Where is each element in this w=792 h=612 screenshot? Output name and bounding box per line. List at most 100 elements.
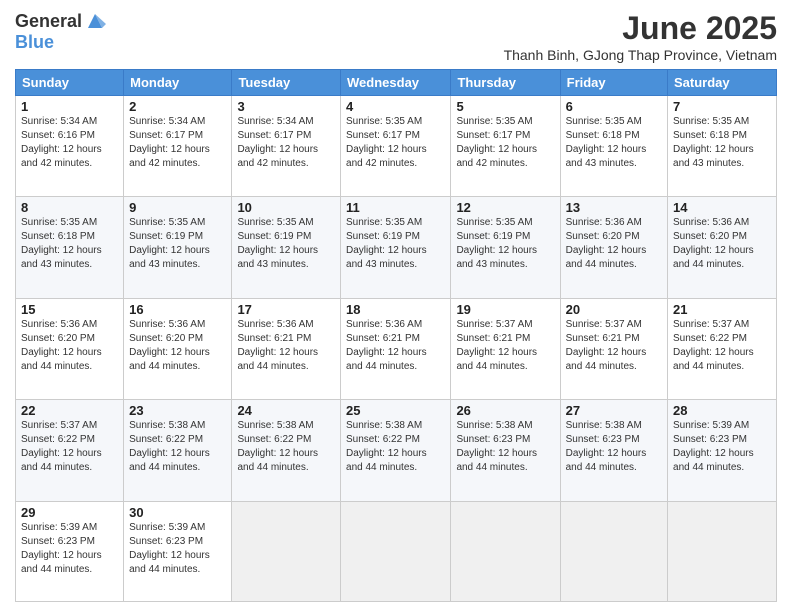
header-row: Sunday Monday Tuesday Wednesday Thursday… [16, 70, 777, 96]
day-number: 15 [21, 302, 118, 317]
day-number: 25 [346, 403, 445, 418]
table-row: 14 Sunrise: 5:36 AMSunset: 6:20 PMDaylig… [668, 197, 777, 298]
col-saturday: Saturday [668, 70, 777, 96]
day-number: 28 [673, 403, 771, 418]
day-number: 7 [673, 99, 771, 114]
day-number: 8 [21, 200, 118, 215]
day-number: 23 [129, 403, 226, 418]
day-number: 14 [673, 200, 771, 215]
table-row [341, 501, 451, 601]
day-number: 24 [237, 403, 335, 418]
day-info: Sunrise: 5:36 AMSunset: 6:20 PMDaylight:… [129, 318, 226, 374]
day-info: Sunrise: 5:38 AMSunset: 6:23 PMDaylight:… [566, 419, 662, 475]
day-info: Sunrise: 5:36 AMSunset: 6:20 PMDaylight:… [673, 216, 771, 272]
table-row: 23 Sunrise: 5:38 AMSunset: 6:22 PMDaylig… [124, 400, 232, 501]
table-row: 26 Sunrise: 5:38 AMSunset: 6:23 PMDaylig… [451, 400, 560, 501]
day-number: 13 [566, 200, 662, 215]
day-info: Sunrise: 5:35 AMSunset: 6:19 PMDaylight:… [456, 216, 554, 272]
day-number: 1 [21, 99, 118, 114]
day-number: 10 [237, 200, 335, 215]
day-number: 11 [346, 200, 445, 215]
subtitle: Thanh Binh, GJong Thap Province, Vietnam [504, 47, 777, 63]
day-info: Sunrise: 5:35 AMSunset: 6:18 PMDaylight:… [21, 216, 118, 272]
day-number: 12 [456, 200, 554, 215]
table-row: 19 Sunrise: 5:37 AMSunset: 6:21 PMDaylig… [451, 298, 560, 399]
table-row: 2 Sunrise: 5:34 AMSunset: 6:17 PMDayligh… [124, 96, 232, 197]
table-row [232, 501, 341, 601]
table-row: 22 Sunrise: 5:37 AMSunset: 6:22 PMDaylig… [16, 400, 124, 501]
day-number: 2 [129, 99, 226, 114]
day-number: 29 [21, 505, 118, 520]
table-row: 10 Sunrise: 5:35 AMSunset: 6:19 PMDaylig… [232, 197, 341, 298]
day-number: 21 [673, 302, 771, 317]
day-info: Sunrise: 5:37 AMSunset: 6:22 PMDaylight:… [21, 419, 118, 475]
table-row: 28 Sunrise: 5:39 AMSunset: 6:23 PMDaylig… [668, 400, 777, 501]
day-info: Sunrise: 5:38 AMSunset: 6:22 PMDaylight:… [346, 419, 445, 475]
day-info: Sunrise: 5:35 AMSunset: 6:19 PMDaylight:… [346, 216, 445, 272]
table-row: 8 Sunrise: 5:35 AMSunset: 6:18 PMDayligh… [16, 197, 124, 298]
day-number: 18 [346, 302, 445, 317]
logo-blue-text: Blue [15, 32, 54, 53]
header: General Blue June 2025 Thanh Binh, GJong… [15, 10, 777, 63]
table-row [560, 501, 667, 601]
table-row: 17 Sunrise: 5:36 AMSunset: 6:21 PMDaylig… [232, 298, 341, 399]
col-sunday: Sunday [16, 70, 124, 96]
table-row: 5 Sunrise: 5:35 AMSunset: 6:17 PMDayligh… [451, 96, 560, 197]
col-thursday: Thursday [451, 70, 560, 96]
day-number: 22 [21, 403, 118, 418]
table-row: 20 Sunrise: 5:37 AMSunset: 6:21 PMDaylig… [560, 298, 667, 399]
day-info: Sunrise: 5:37 AMSunset: 6:21 PMDaylight:… [456, 318, 554, 374]
day-info: Sunrise: 5:39 AMSunset: 6:23 PMDaylight:… [21, 521, 118, 577]
col-tuesday: Tuesday [232, 70, 341, 96]
day-number: 4 [346, 99, 445, 114]
table-row: 3 Sunrise: 5:34 AMSunset: 6:17 PMDayligh… [232, 96, 341, 197]
table-row: 29 Sunrise: 5:39 AMSunset: 6:23 PMDaylig… [16, 501, 124, 601]
day-number: 19 [456, 302, 554, 317]
day-number: 17 [237, 302, 335, 317]
table-row [668, 501, 777, 601]
day-info: Sunrise: 5:37 AMSunset: 6:22 PMDaylight:… [673, 318, 771, 374]
table-row: 12 Sunrise: 5:35 AMSunset: 6:19 PMDaylig… [451, 197, 560, 298]
table-row: 6 Sunrise: 5:35 AMSunset: 6:18 PMDayligh… [560, 96, 667, 197]
day-info: Sunrise: 5:38 AMSunset: 6:22 PMDaylight:… [237, 419, 335, 475]
col-monday: Monday [124, 70, 232, 96]
day-info: Sunrise: 5:36 AMSunset: 6:20 PMDaylight:… [566, 216, 662, 272]
day-info: Sunrise: 5:36 AMSunset: 6:21 PMDaylight:… [346, 318, 445, 374]
day-info: Sunrise: 5:35 AMSunset: 6:17 PMDaylight:… [346, 115, 445, 171]
day-info: Sunrise: 5:36 AMSunset: 6:21 PMDaylight:… [237, 318, 335, 374]
day-number: 3 [237, 99, 335, 114]
table-row: 21 Sunrise: 5:37 AMSunset: 6:22 PMDaylig… [668, 298, 777, 399]
day-info: Sunrise: 5:35 AMSunset: 6:18 PMDaylight:… [673, 115, 771, 171]
table-row: 1 Sunrise: 5:34 AMSunset: 6:16 PMDayligh… [16, 96, 124, 197]
table-row [451, 501, 560, 601]
day-number: 27 [566, 403, 662, 418]
table-row: 25 Sunrise: 5:38 AMSunset: 6:22 PMDaylig… [341, 400, 451, 501]
table-row: 24 Sunrise: 5:38 AMSunset: 6:22 PMDaylig… [232, 400, 341, 501]
day-number: 6 [566, 99, 662, 114]
day-info: Sunrise: 5:38 AMSunset: 6:23 PMDaylight:… [456, 419, 554, 475]
table-row: 13 Sunrise: 5:36 AMSunset: 6:20 PMDaylig… [560, 197, 667, 298]
day-info: Sunrise: 5:35 AMSunset: 6:19 PMDaylight:… [129, 216, 226, 272]
logo-icon [84, 10, 106, 32]
day-info: Sunrise: 5:37 AMSunset: 6:21 PMDaylight:… [566, 318, 662, 374]
day-info: Sunrise: 5:38 AMSunset: 6:22 PMDaylight:… [129, 419, 226, 475]
day-info: Sunrise: 5:34 AMSunset: 6:17 PMDaylight:… [129, 115, 226, 171]
logo: General Blue [15, 10, 106, 53]
calendar-table: Sunday Monday Tuesday Wednesday Thursday… [15, 69, 777, 602]
col-wednesday: Wednesday [341, 70, 451, 96]
day-number: 20 [566, 302, 662, 317]
table-row: 27 Sunrise: 5:38 AMSunset: 6:23 PMDaylig… [560, 400, 667, 501]
day-info: Sunrise: 5:39 AMSunset: 6:23 PMDaylight:… [673, 419, 771, 475]
day-info: Sunrise: 5:35 AMSunset: 6:17 PMDaylight:… [456, 115, 554, 171]
table-row: 30 Sunrise: 5:39 AMSunset: 6:23 PMDaylig… [124, 501, 232, 601]
day-info: Sunrise: 5:35 AMSunset: 6:19 PMDaylight:… [237, 216, 335, 272]
table-row: 9 Sunrise: 5:35 AMSunset: 6:19 PMDayligh… [124, 197, 232, 298]
day-info: Sunrise: 5:36 AMSunset: 6:20 PMDaylight:… [21, 318, 118, 374]
day-info: Sunrise: 5:34 AMSunset: 6:16 PMDaylight:… [21, 115, 118, 171]
day-number: 16 [129, 302, 226, 317]
page: General Blue June 2025 Thanh Binh, GJong… [0, 0, 792, 612]
table-row: 11 Sunrise: 5:35 AMSunset: 6:19 PMDaylig… [341, 197, 451, 298]
col-friday: Friday [560, 70, 667, 96]
day-info: Sunrise: 5:39 AMSunset: 6:23 PMDaylight:… [129, 521, 226, 577]
table-row: 15 Sunrise: 5:36 AMSunset: 6:20 PMDaylig… [16, 298, 124, 399]
